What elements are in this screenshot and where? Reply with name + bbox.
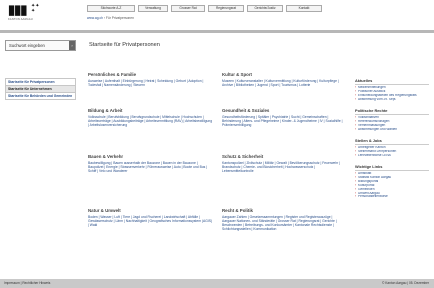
topnav-item-stichworte[interactable]: Stichworte A-Z <box>87 5 135 12</box>
section-title[interactable]: Kultur & Sport <box>222 72 344 78</box>
section-title[interactable]: Recht & Politik <box>222 208 344 214</box>
box-title: Aktuelles <box>355 78 429 86</box>
section-title[interactable]: Gesundheit & Soziales <box>222 108 344 114</box>
section-persoenliches: Persönliches & Familie Ausweise | Aufent… <box>88 72 213 87</box>
box-link[interactable]: Personalstellenbörse <box>355 195 429 199</box>
section-kultur: Kultur & Sport Museen | Kulturveranstalt… <box>222 72 344 87</box>
box-wichtige-links: Wichtige Links Amtsblatt Statistik Kanto… <box>355 164 429 200</box>
section-links[interactable]: Boden | Wasser | Luft | Tiere | Jagd und… <box>88 215 213 227</box>
sidebar-item-unternehmen[interactable]: Startseite für Unternehmen <box>5 85 76 92</box>
header-divider <box>0 30 434 33</box>
section-links[interactable]: Aargauer Zahlen | Gesetzessammlungen | R… <box>222 215 344 231</box>
section-title[interactable]: Natur & Umwelt <box>88 208 213 214</box>
section-title[interactable]: Persönliches & Familie <box>88 72 213 78</box>
box-link[interactable]: Abstimmungen und Wahlen <box>355 128 429 132</box>
box-title: Politische Rechte <box>355 108 429 116</box>
breadcrumb-current: Für Privatpersonen <box>105 16 134 20</box>
page-title: Startseite für Privatpersonen <box>89 42 160 48</box>
box-link[interactable]: Lehrstellenbörse LENA <box>355 154 429 158</box>
section-links[interactable]: Baubewilligung | Bauen ausserhalb der Ba… <box>88 161 213 173</box>
box-title: Wichtige Links <box>355 164 429 172</box>
section-bildung: Bildung & Arbeit Volksschule | Berufsbil… <box>88 108 213 127</box>
box-aktuelles: Aktuelles Medienmitteilungen Politischer… <box>355 78 429 102</box>
logo[interactable]: ▮▮▮ ✦✦ ✦ Kanton Aargau <box>4 3 44 27</box>
footer: Impressum | Rechtlicher Hinweis © Kanton… <box>0 279 434 288</box>
search-input[interactable]: Suchwort eingeben <box>5 40 76 51</box>
section-gesundheit: Gesundheit & Soziales Gesundheitsförderu… <box>222 108 344 127</box>
topnav-item-grosser-rat[interactable]: Grosser Rat <box>171 5 205 12</box>
coat-of-arms-icon: ▮▮▮ <box>8 2 27 17</box>
topnav-item-kontakt[interactable]: Kontakt <box>286 5 322 12</box>
topnav-item-regierungsrat[interactable]: Regierungsrat <box>208 5 244 12</box>
search-submit-button[interactable]: › <box>69 41 75 50</box>
section-schutz: Schutz & Sicherheit Kantonspolizei | Ziv… <box>222 154 344 173</box>
breadcrumb: www.ag.ch › Für Privatpersonen <box>87 16 134 20</box>
box-stellen: Stellen & Jobs Arbeitgeber Kanton Stelle… <box>355 138 429 158</box>
right-sidebar: Aktuelles Medienmitteilungen Politischer… <box>355 78 429 205</box>
star-icon: ✦✦ ✦ <box>31 3 40 14</box>
box-title: Stellen & Jobs <box>355 138 429 146</box>
section-links[interactable]: Gesundheitsförderung | Spitäler | Psychi… <box>222 115 344 127</box>
section-title[interactable]: Bildung & Arbeit <box>88 108 213 114</box>
section-title[interactable]: Schutz & Sicherheit <box>222 154 344 160</box>
section-recht: Recht & Politik Aargauer Zahlen | Gesetz… <box>222 208 344 231</box>
section-links[interactable]: Museen | Kulturveranstalter | Kulturverm… <box>222 79 344 87</box>
topnav-item-gerichte[interactable]: Gerichte/Justiz <box>247 5 283 12</box>
section-links[interactable]: Ausweise | Aufenthalt | Einbürgerung | H… <box>88 79 213 87</box>
breadcrumb-home-link[interactable]: www.ag.ch <box>87 16 103 20</box>
footer-copyright: © Kanton Aargau | 05. Dezember <box>382 281 429 285</box>
box-politische-rechte: Politische Rechte Volksinitiativen Refer… <box>355 108 429 132</box>
box-link[interactable]: Abstimmung vom 29. Sept. <box>355 98 429 102</box>
sidebar-item-privatpersonen[interactable]: Startseite für Privatpersonen <box>5 78 76 85</box>
section-links[interactable]: Volksschule | Berufsbildung | Berufsgrun… <box>88 115 213 127</box>
section-links[interactable]: Kantonspolizei | Zivilschutz | Militär |… <box>222 161 344 173</box>
sidebar: Startseite für Privatpersonen Startseite… <box>5 78 76 100</box>
footer-links[interactable]: Impressum | Rechtlicher Hinweis <box>4 281 50 285</box>
section-title[interactable]: Bauen & Verkehr <box>88 154 213 160</box>
section-natur: Natur & Umwelt Boden | Wasser | Luft | T… <box>88 208 213 227</box>
sidebar-item-behoerden[interactable]: Startseite für Behörden und Gemeinden <box>5 92 76 100</box>
section-bauen: Bauen & Verkehr Baubewilligung | Bauen a… <box>88 154 213 173</box>
logo-caption: Kanton Aargau <box>8 18 33 21</box>
top-navigation: Stichworte A-Z Verwaltung Grosser Rat Re… <box>87 5 325 12</box>
topnav-item-verwaltung[interactable]: Verwaltung <box>138 5 168 12</box>
